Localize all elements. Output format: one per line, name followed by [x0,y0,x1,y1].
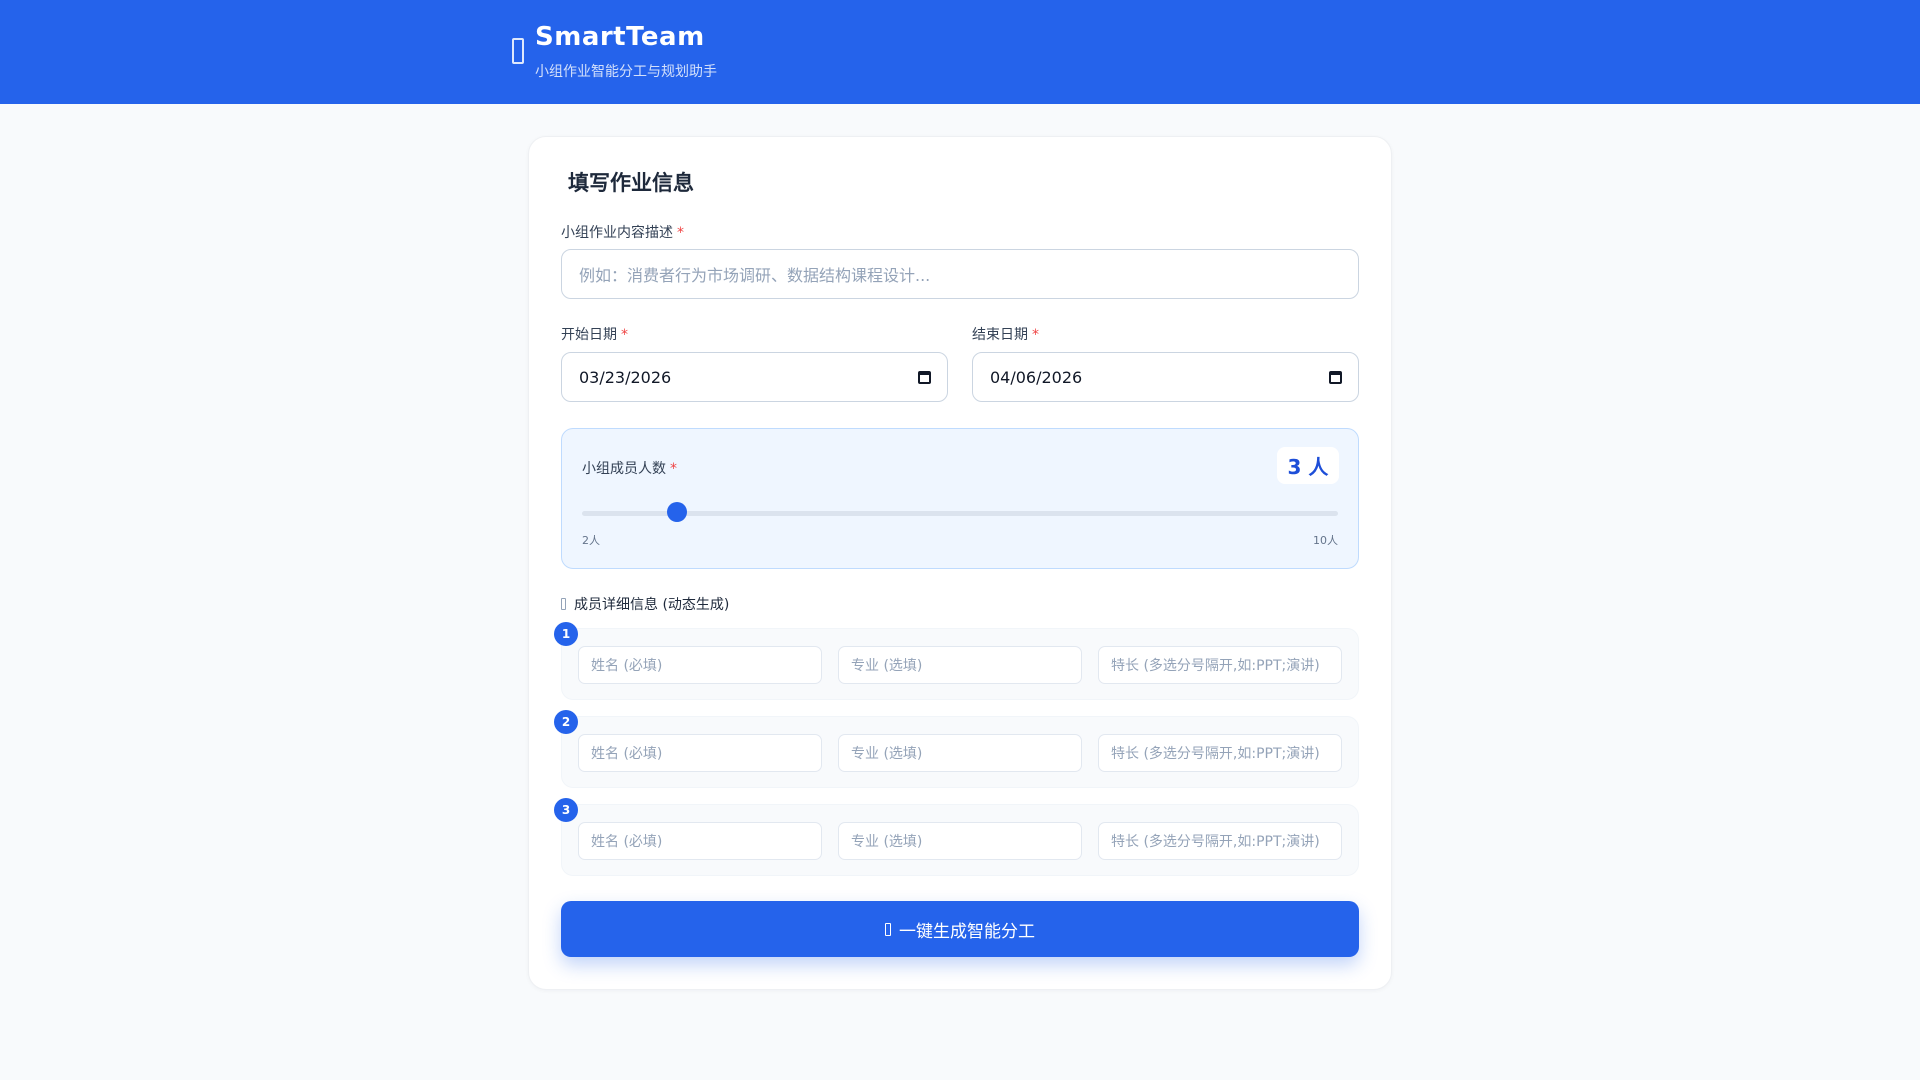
member-count-slider-track[interactable] [582,511,1338,516]
end-date-label: 结束日期 * [972,327,1039,343]
slider-min-label: 2人 [582,534,600,547]
member-major-input[interactable]: 专业 (选填) [838,646,1082,684]
app-subtitle: 小组作业智能分工与规划助手 [535,64,717,80]
member-count-badge: 3 人 [1277,447,1339,484]
member-skills-input[interactable]: 特长 (多选分号隔开,如:PPT;演讲) [1098,646,1342,684]
users-icon [561,598,566,610]
member-major-input[interactable]: 专业 (选填) [838,734,1082,772]
magic-wand-icon [885,922,891,936]
description-input[interactable]: 例如：消费者行为市场调研、数据结构课程设计... [561,249,1359,299]
member-skills-input[interactable]: 特长 (多选分号隔开,如:PPT;演讲) [1098,822,1342,860]
calendar-icon[interactable] [1329,370,1342,384]
start-date-label: 开始日期 * [561,327,628,343]
end-date-input[interactable]: 04/06/2026 [972,352,1359,402]
app-header: SmartTeam 小组作业智能分工与规划助手 [0,0,1920,104]
start-date-input[interactable]: 03/23/2026 [561,352,948,402]
member-name-input[interactable]: 姓名 (必填) [578,734,822,772]
member-number-badge: 3 [554,798,578,822]
calendar-icon[interactable] [918,370,931,384]
slider-max-label: 10人 [1313,534,1338,547]
end-date-value: 04/06/2026 [990,367,1083,387]
required-mark: * [621,327,628,343]
form-title: 填写作业信息 [568,171,694,195]
app-title: SmartTeam [535,22,705,52]
member-number-badge: 2 [554,710,578,734]
description-placeholder: 例如：消费者行为市场调研、数据结构课程设计... [579,266,931,285]
member-count-slider-thumb[interactable] [666,502,687,522]
member-count-label: 小组成员人数 * [582,461,677,477]
member-skills-input[interactable]: 特长 (多选分号隔开,如:PPT;演讲) [1098,734,1342,772]
member-name-input[interactable]: 姓名 (必填) [578,822,822,860]
start-date-value: 03/23/2026 [579,367,672,387]
description-label: 小组作业内容描述 * [561,225,684,241]
member-name-input[interactable]: 姓名 (必填) [578,646,822,684]
team-logo-icon [512,38,524,64]
member-number-badge: 1 [554,622,578,646]
required-mark: * [670,461,677,477]
required-mark: * [1032,327,1039,343]
required-mark: * [677,225,684,241]
generate-assignment-button[interactable]: 一键生成智能分工 [561,901,1359,957]
member-major-input[interactable]: 专业 (选填) [838,822,1082,860]
members-section-label: 成员详细信息 (动态生成) [561,594,729,614]
member-count-panel [561,428,1359,569]
